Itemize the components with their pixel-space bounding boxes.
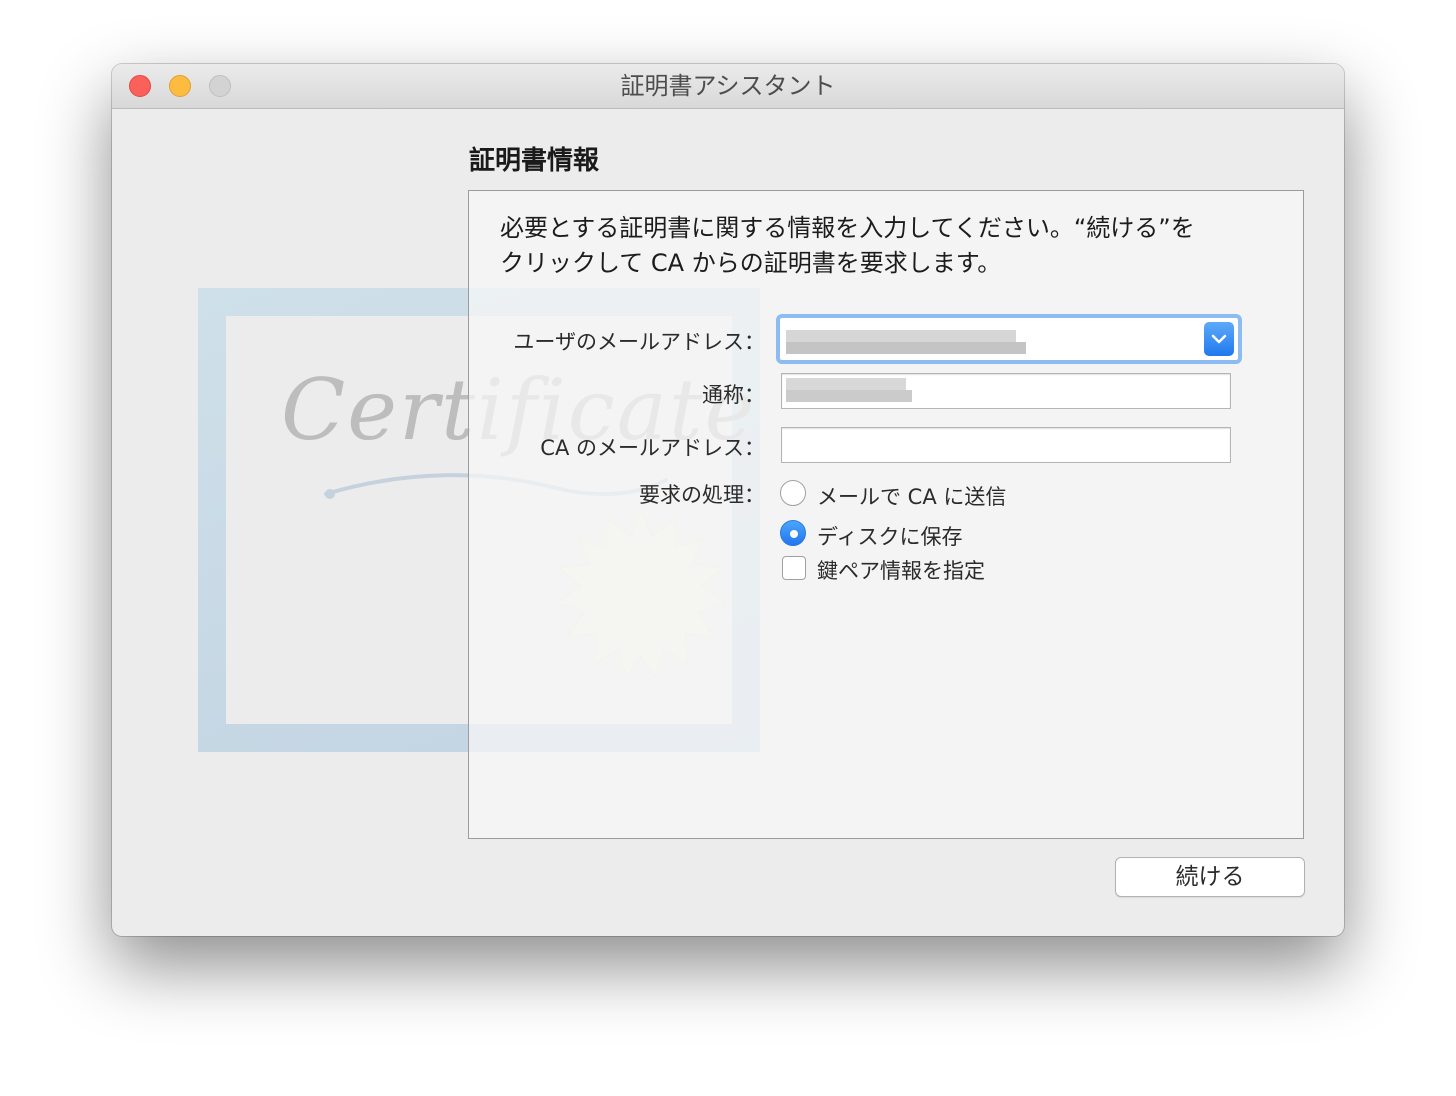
key-pair-label[interactable]: 鍵ペア情報を指定 xyxy=(817,555,985,585)
common-name-label: 通称： xyxy=(702,383,765,407)
redacted-text xyxy=(786,342,1026,354)
chevron-down-icon[interactable] xyxy=(1204,322,1234,356)
certificate-assistant-window: 証明書アシスタント 証明書情報 Certificate 必要とする証明書に関する… xyxy=(112,64,1344,936)
ca-email-field[interactable] xyxy=(781,427,1231,463)
send-to-ca-radio[interactable] xyxy=(780,480,806,506)
user-email-combobox[interactable] xyxy=(776,314,1242,364)
redacted-text xyxy=(786,390,912,402)
request-handling-label: 要求の処理： xyxy=(639,483,765,507)
save-to-disk-label[interactable]: ディスクに保存 xyxy=(817,521,963,551)
save-to-disk-radio[interactable] xyxy=(780,520,806,546)
user-email-label: ユーザのメールアドレス： xyxy=(513,330,765,354)
continue-button[interactable]: 続ける xyxy=(1115,857,1305,897)
form-panel: 必要とする証明書に関する情報を入力してください。“続ける”を クリックして CA… xyxy=(468,190,1304,839)
instructions-line-1: 必要とする証明書に関する情報を入力してください。“続ける”を xyxy=(500,214,1195,242)
redacted-text xyxy=(786,330,1016,342)
redacted-text xyxy=(786,378,906,390)
title-bar[interactable]: 証明書アシスタント xyxy=(112,64,1344,109)
common-name-field[interactable] xyxy=(781,373,1231,409)
radio-selected-dot xyxy=(790,530,798,538)
ca-email-label: CA のメールアドレス： xyxy=(540,436,765,460)
instructions-text: 必要とする証明書に関する情報を入力してください。“続ける”を クリックして CA… xyxy=(500,211,1280,281)
window-title: 証明書アシスタント xyxy=(620,72,836,100)
section-title: 証明書情報 xyxy=(469,146,600,176)
instructions-line-2: クリックして CA からの証明書を要求します。 xyxy=(500,249,1002,277)
key-pair-checkbox[interactable] xyxy=(782,556,806,580)
send-to-ca-label[interactable]: メールで CA に送信 xyxy=(817,481,1006,511)
